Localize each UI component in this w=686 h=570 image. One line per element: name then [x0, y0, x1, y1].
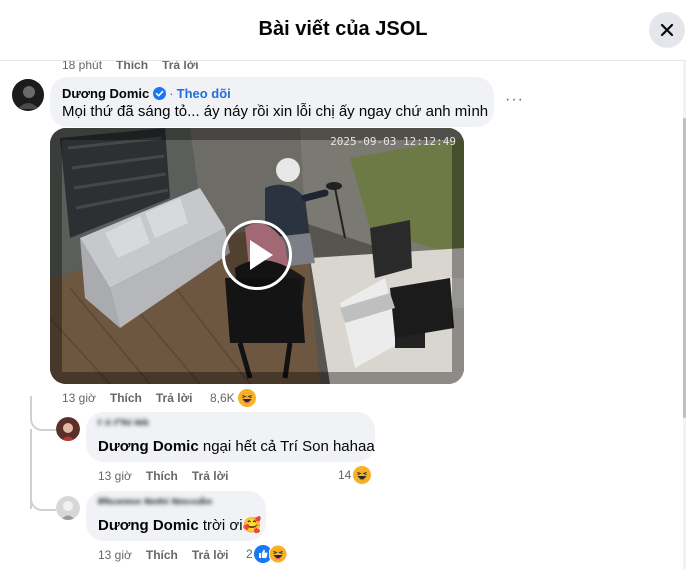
more-options-button[interactable]: ···	[505, 92, 523, 110]
verified-badge-icon	[153, 87, 167, 100]
reaction-count: 2	[246, 547, 253, 561]
dialog-title: Bài viết của JSOL	[258, 18, 428, 40]
reply-text: Dương Domic ngại hết cả Trí Son hahaa	[98, 438, 375, 455]
avatar-image	[56, 417, 80, 441]
comment-bubble: Dương Domic · Theo dõi Mọi thứ đã sáng t…	[50, 77, 494, 127]
close-icon	[660, 23, 674, 37]
reply-body: trời ơi🥰	[198, 517, 262, 534]
comment-time: 13 giờ	[62, 391, 96, 405]
reply-bubble: Lý Chi Hà Dương Domic ngại hết cả Trí So…	[86, 412, 375, 462]
play-button[interactable]	[222, 220, 292, 290]
reaction-count: 14	[338, 468, 352, 482]
mention-link[interactable]: Dương Domic	[98, 438, 199, 455]
thread-connector	[30, 470, 56, 511]
reaction-summary[interactable]: 14	[338, 466, 372, 484]
comment-time: 13 giờ	[98, 469, 132, 483]
thread-connector	[30, 396, 56, 431]
reply-body: ngại hết cả Trí Son hahaa	[198, 438, 375, 455]
like-link[interactable]: Thích	[110, 391, 142, 405]
reaction-summary[interactable]: 2	[246, 545, 287, 563]
haha-reaction-icon	[237, 389, 256, 407]
avatar[interactable]	[56, 417, 80, 441]
reply-link[interactable]: Trả lời	[192, 548, 229, 562]
haha-reaction-icon	[268, 545, 287, 563]
mention-link[interactable]: Dương Domic	[98, 517, 199, 534]
reply-text: Dương Domic trời ơi🥰	[98, 516, 261, 534]
reaction-summary[interactable]: 8,6K	[210, 389, 256, 407]
like-link[interactable]: Thích	[146, 548, 178, 562]
avatar-image	[12, 79, 44, 111]
haha-reaction-icon	[353, 466, 372, 484]
reply-author[interactable]: Lý Chi Hà	[98, 418, 149, 425]
dialog-header: Bài viết của JSOL	[0, 0, 686, 61]
avatar-image	[56, 496, 80, 520]
reply-link[interactable]: Trả lời	[156, 391, 193, 405]
reply-author[interactable]: Phương Nghi Nguyễn	[98, 497, 212, 504]
play-icon	[250, 240, 273, 270]
follow-link[interactable]: Theo dõi	[177, 86, 231, 101]
reaction-count: 8,6K	[210, 391, 235, 405]
reply-bubble: Phương Nghi Nguyễn Dương Domic trời ơi🥰	[86, 491, 266, 541]
comment-text: Mọi thứ đã sáng tỏ... áy náy rồi xin lỗi…	[62, 103, 489, 120]
comment-time: 13 giờ	[98, 548, 132, 562]
comment-meta: 13 giờ Thích Trả lời	[62, 391, 206, 405]
reply-meta: 13 giờ Thích Trả lời	[98, 469, 242, 483]
separator-dot: ·	[169, 86, 174, 101]
reply-link[interactable]: Trả lời	[192, 469, 229, 483]
reply-meta: 13 giờ Thích Trả lời	[98, 548, 242, 562]
avatar[interactable]	[56, 496, 80, 520]
video-timestamp: 2025-09-03 12:12:49	[330, 135, 456, 148]
comment-author[interactable]: Dương Domic	[62, 86, 149, 101]
avatar[interactable]	[12, 79, 44, 111]
close-button[interactable]	[649, 12, 685, 48]
like-link[interactable]: Thích	[146, 469, 178, 483]
